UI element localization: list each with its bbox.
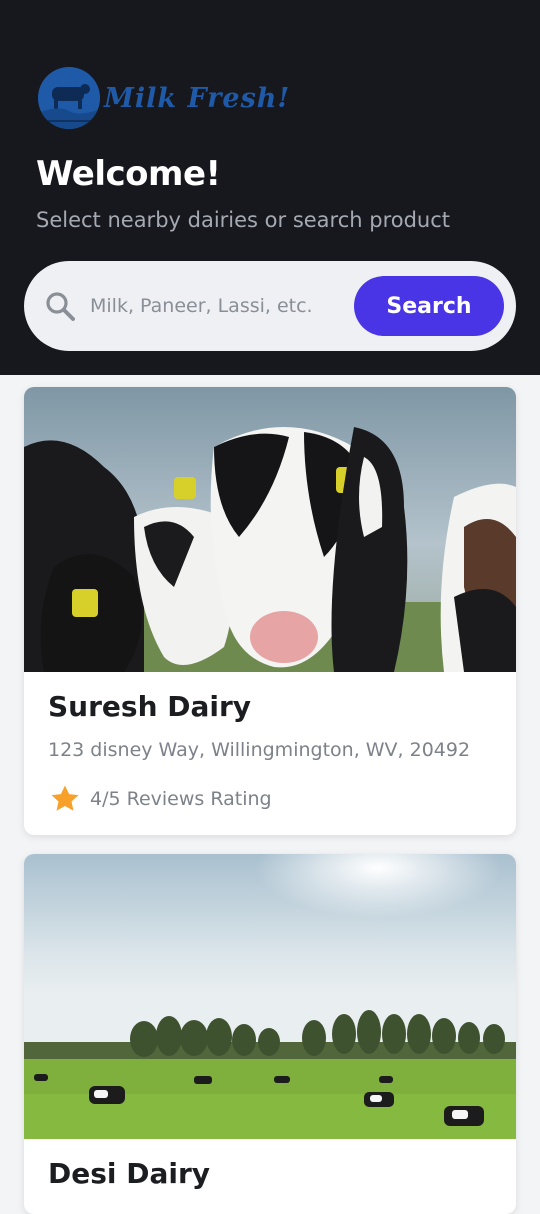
search-bar: Search [24,261,516,351]
dairy-image-cows-closeup [24,387,516,672]
app-logo: Milk Fresh! [38,66,289,130]
search-button[interactable]: Search [354,276,504,336]
search-icon [44,290,76,322]
rating-text: 4/5 Reviews Rating [90,788,272,810]
star-icon [51,785,79,811]
dairy-image-cows-grazing [24,854,516,1139]
dairy-card-desi[interactable]: Desi Dairy [24,854,516,1214]
search-input[interactable] [90,285,340,327]
dairy-address: 123 disney Way, Willingmington, WV, 2049… [48,739,471,761]
logo-text: Milk Fresh! [104,82,291,114]
header: Milk Fresh! Welcome! Select nearby dairi… [0,0,540,375]
dairy-rating: 4/5 Reviews Rating [48,782,272,816]
welcome-subtitle: Select nearby dairies or search product [36,208,451,232]
welcome-heading: Welcome! [36,154,221,194]
dairy-name: Desi Dairy [48,1157,211,1190]
dairy-name: Suresh Dairy [48,690,252,723]
logo-emblem-icon [38,67,100,129]
dairy-card-suresh[interactable]: Suresh Dairy 123 disney Way, Willingming… [24,387,516,835]
